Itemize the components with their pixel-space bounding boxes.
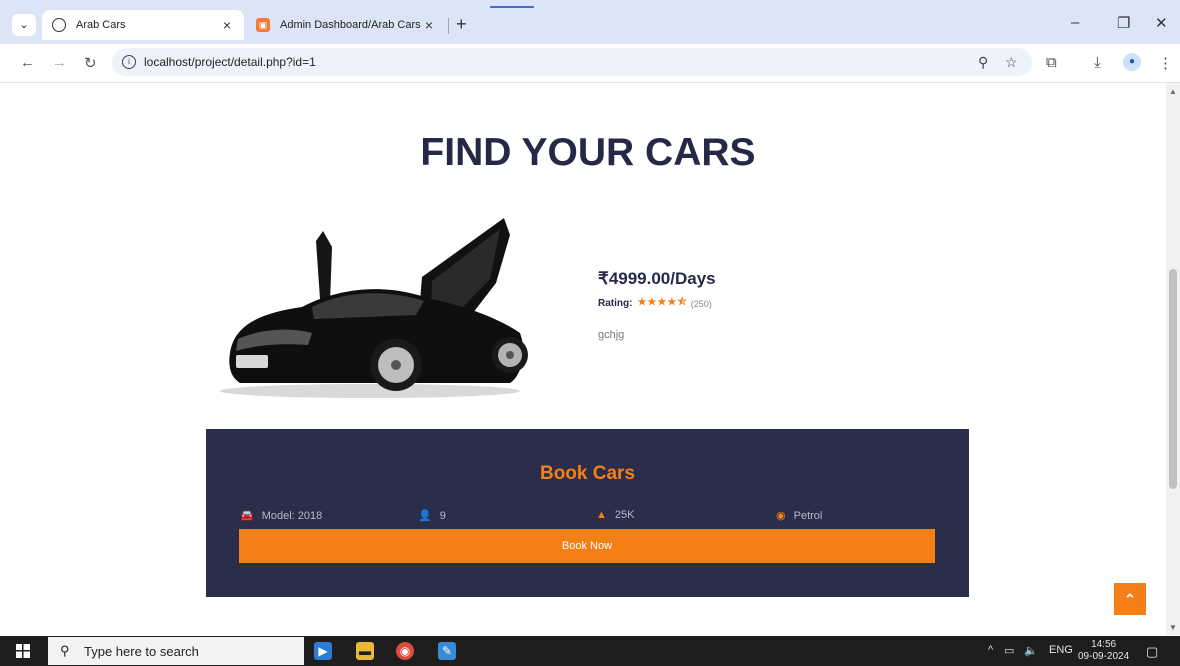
back-to-top-button[interactable]: ⌃ xyxy=(1114,583,1146,615)
restore-icon[interactable]: ❐ xyxy=(1117,14,1130,32)
spec-model: 🚘 Model: 2018 xyxy=(240,509,323,523)
tab-title: Arab Cars xyxy=(76,19,126,31)
spec-seats: 👤 9 xyxy=(418,509,446,523)
rating-stars-icon: ★★★★⯪ xyxy=(637,297,688,308)
extensions-icon[interactable]: ⧉ xyxy=(1046,54,1057,71)
reload-icon[interactable]: ↻ xyxy=(84,54,97,72)
spec-mileage-text: 25K xyxy=(614,509,635,521)
close-tab-icon[interactable]: × xyxy=(422,17,436,33)
file-explorer-icon[interactable]: ▬ xyxy=(356,642,374,660)
tab-admin-dashboard[interactable]: ▣ Admin Dashboard/Arab Cars × xyxy=(246,10,446,40)
windows-taskbar: ⚲ Type here to search ▶ ▬ ◉ ✎ ^ ▭ 🔈 ENG … xyxy=(0,636,1180,666)
clock-date: 09-09-2024 xyxy=(1078,651,1130,662)
url-text[interactable]: localhost/project/detail.php?id=1 xyxy=(144,55,316,69)
bookmark-star-icon[interactable]: ☆ xyxy=(1005,54,1018,71)
tools-icon[interactable]: ✎ xyxy=(438,642,456,660)
app-icon[interactable]: ▶ xyxy=(314,642,332,660)
search-icon: ⚲ xyxy=(60,643,70,658)
spec-fuel: ◉ Petrol xyxy=(776,509,823,523)
network-icon[interactable]: ▭ xyxy=(1004,644,1014,657)
price-per-day: ₹4999.00/Days xyxy=(598,269,716,288)
rating-row: Rating: ★★★★⯪ (250) xyxy=(598,295,712,312)
scroll-down-icon[interactable]: ▼ xyxy=(1169,623,1177,632)
page-viewport: FIND YOUR CARS ₹4999.00/Days Rating: ★★★… xyxy=(0,83,1166,635)
rating-count: (250) xyxy=(690,298,712,309)
loading-indicator xyxy=(490,6,534,8)
volume-icon[interactable]: 🔈 xyxy=(1024,644,1038,657)
globe-icon xyxy=(52,18,66,32)
tab-title: Admin Dashboard/Arab Cars xyxy=(280,19,421,31)
admin-favicon-icon: ▣ xyxy=(256,18,270,32)
menu-kebab-icon[interactable]: ⋮ xyxy=(1158,54,1173,72)
car-image xyxy=(220,218,528,398)
profile-avatar-icon[interactable]: ● xyxy=(1123,53,1141,71)
browser-toolbar: ← → ↻ i localhost/project/detail.php?id=… xyxy=(0,44,1180,83)
scroll-up-icon[interactable]: ▲ xyxy=(1169,87,1177,96)
tray-chevron-icon[interactable]: ^ xyxy=(988,644,993,656)
scroll-thumb[interactable] xyxy=(1169,269,1177,489)
download-icon[interactable]: ⤓ xyxy=(1094,54,1101,71)
page-scrollbar[interactable]: ▲ ▼ xyxy=(1166,83,1180,635)
clock-time: 14:56 xyxy=(1091,639,1117,650)
spec-model-text: Model: 2018 xyxy=(261,509,323,522)
spec-mileage: ▲ 25K xyxy=(596,509,634,521)
zoom-icon[interactable]: ⚲ xyxy=(978,54,988,71)
new-tab-button[interactable]: + xyxy=(456,14,467,35)
chrome-icon[interactable]: ◉ xyxy=(396,642,414,660)
rating-label: Rating: xyxy=(598,298,633,309)
tab-divider xyxy=(448,18,449,34)
road-icon: ▲ xyxy=(596,509,607,521)
windows-start-icon[interactable] xyxy=(16,644,30,658)
minimize-icon[interactable]: – xyxy=(1071,14,1079,31)
car-description: gchjg xyxy=(598,329,625,341)
car-icon: 🚘 xyxy=(240,510,254,522)
page-title: FIND YOUR CARS xyxy=(420,131,756,174)
address-bar[interactable]: i localhost/project/detail.php?id=1 ⚲ ☆ xyxy=(112,48,1032,76)
eye-icon: ◉ xyxy=(776,510,786,522)
spec-seats-text: 9 xyxy=(439,509,446,522)
forward-icon[interactable]: → xyxy=(52,54,67,71)
spec-fuel-text: Petrol xyxy=(793,509,823,522)
user-icon: 👤 xyxy=(418,510,432,522)
back-icon[interactable]: ← xyxy=(20,54,35,71)
close-window-icon[interactable]: ✕ xyxy=(1155,14,1168,32)
notification-icon[interactable]: ▢ xyxy=(1146,644,1158,660)
book-cars-title: Book Cars xyxy=(539,463,636,484)
browser-tab-bar: ⌄ Arab Cars × ▣ Admin Dashboard/Arab Car… xyxy=(0,0,1180,44)
tab-arab-cars[interactable]: Arab Cars × xyxy=(42,10,244,40)
tab-search-button[interactable]: ⌄ xyxy=(12,14,36,36)
system-clock[interactable]: 14:56 09-09-2024 xyxy=(1078,639,1129,663)
taskbar-search-placeholder: Type here to search xyxy=(84,644,199,659)
close-tab-icon[interactable]: × xyxy=(220,17,234,33)
taskbar-search-box[interactable]: ⚲ Type here to search xyxy=(48,637,304,665)
info-icon[interactable]: i xyxy=(122,55,136,69)
book-cars-panel: Book Cars 🚘 Model: 2018 👤 9 ▲ 25K ◉ Petr… xyxy=(206,429,969,597)
language-indicator[interactable]: ENG xyxy=(1049,644,1073,656)
book-now-button[interactable]: Book Now xyxy=(239,529,935,563)
